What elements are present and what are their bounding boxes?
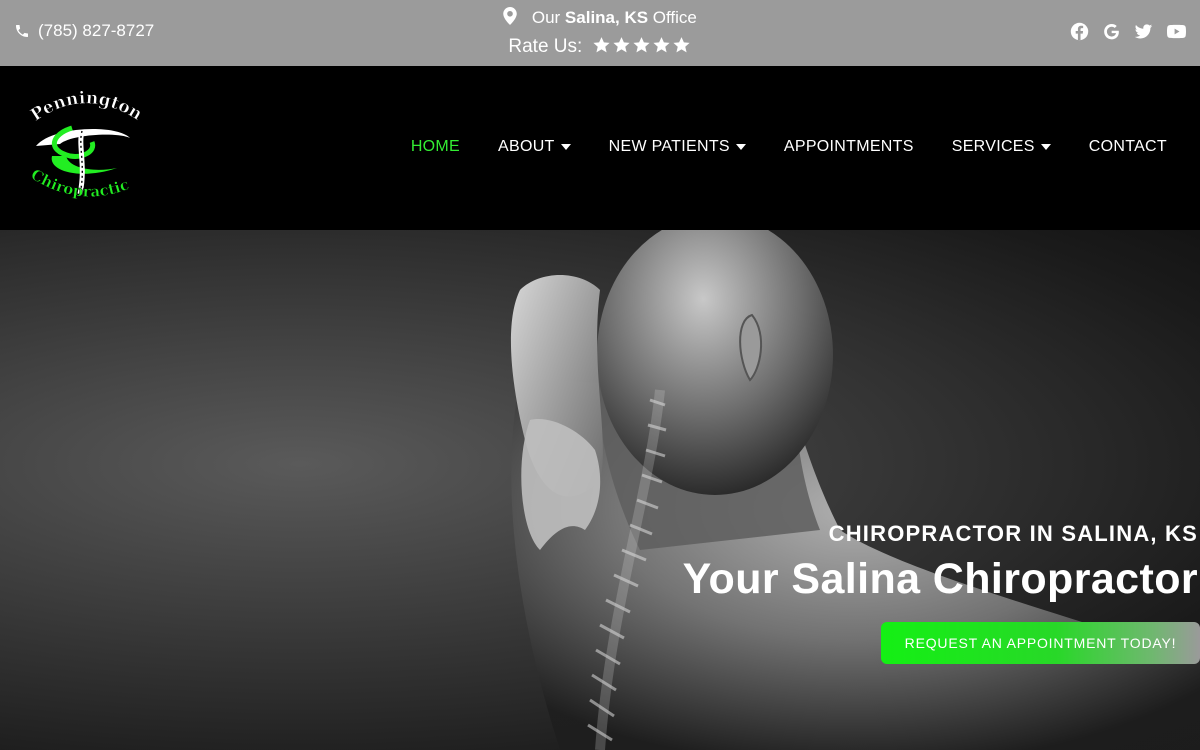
facebook-link[interactable] — [1070, 22, 1090, 42]
twitter-link[interactable] — [1134, 22, 1154, 42]
nav-services-label: SERVICES — [951, 138, 1035, 155]
hero-subtitle: CHIROPRACTOR IN SALINA, KS — [828, 521, 1198, 546]
rate-us[interactable]: Rate Us: — [0, 36, 1200, 60]
main-nav: HOME ABOUT NEW PATIENTS APPOINTMENTS SER… — [411, 138, 1167, 156]
office-location[interactable]: Our Salina, KS Office — [0, 7, 1200, 28]
youtube-link[interactable] — [1166, 22, 1186, 42]
caret-down-icon — [735, 144, 746, 150]
caret-down-icon — [1040, 144, 1051, 150]
social-links — [1070, 22, 1186, 42]
star-icon — [592, 37, 610, 53]
star-icon — [632, 37, 650, 53]
nav-contact[interactable]: CONTACT — [1089, 138, 1167, 156]
office-suffix: Office — [652, 8, 697, 27]
nav-new-patients-label: NEW PATIENTS — [608, 138, 730, 155]
twitter-icon — [1134, 24, 1153, 39]
rating-stars[interactable] — [592, 36, 692, 60]
site-header: Pennington Chiropractic HOME ABOUT NEW P… — [0, 66, 1200, 230]
facebook-icon — [1070, 22, 1089, 41]
pennington-chiropractic-logo: Pennington Chiropractic — [27, 88, 146, 201]
star-icon — [672, 37, 690, 53]
google-icon — [1104, 23, 1119, 40]
youtube-icon — [1167, 24, 1186, 39]
office-city: Salina, KS — [564, 8, 649, 27]
svg-text:Pennington: Pennington — [27, 88, 145, 125]
nav-about-label: ABOUT — [498, 138, 555, 155]
nav-services[interactable]: SERVICES — [952, 138, 1051, 156]
google-link[interactable] — [1102, 22, 1122, 42]
nav-new-patients[interactable]: NEW PATIENTS — [609, 138, 746, 156]
top-bar: (785) 827-8727 Our Salina, KS Office Rat… — [0, 0, 1200, 66]
hero-title: Your Salina Chiropractor — [682, 555, 1198, 603]
hero-banner: CHIROPRACTOR IN SALINA, KS Your Salina C… — [0, 230, 1200, 750]
nav-home[interactable]: HOME — [411, 138, 460, 156]
site-logo[interactable]: Pennington Chiropractic — [22, 86, 147, 211]
rate-label: Rate Us: — [508, 36, 583, 57]
caret-down-icon — [560, 144, 571, 150]
logo-text-top: Pennington — [27, 88, 146, 126]
star-icon — [652, 37, 670, 53]
nav-appointments[interactable]: APPOINTMENTS — [784, 138, 914, 156]
nav-contact-label: CONTACT — [1088, 138, 1167, 155]
office-prefix: Our — [531, 8, 561, 27]
star-icon — [612, 37, 630, 53]
nav-appointments-label: APPOINTMENTS — [783, 138, 914, 155]
request-appointment-button[interactable]: REQUEST AN APPOINTMENT TODAY! — [881, 622, 1200, 664]
nav-about[interactable]: ABOUT — [498, 138, 571, 156]
nav-home-label: HOME — [410, 138, 461, 155]
map-pin-icon — [503, 7, 517, 25]
hero-xray-figure-image — [510, 230, 1200, 750]
